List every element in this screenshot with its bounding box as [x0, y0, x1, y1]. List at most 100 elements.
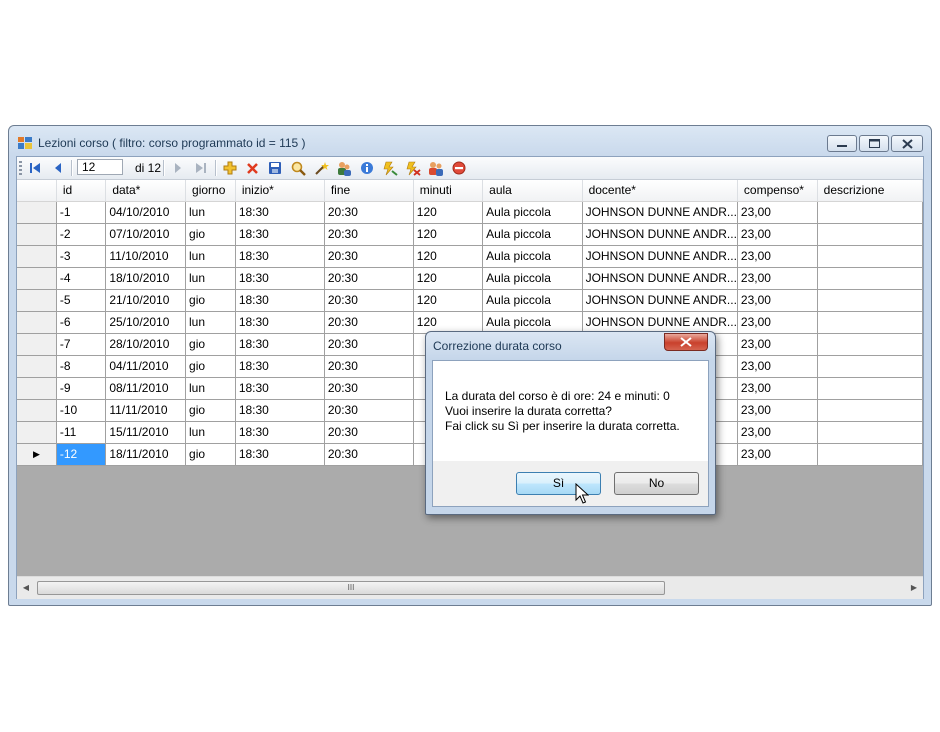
title-bar[interactable]: Lezioni corso ( filtro: corso programmat…: [9, 126, 931, 156]
stop-icon[interactable]: [450, 159, 468, 177]
table-cell[interactable]: lun: [185, 245, 236, 268]
table-cell[interactable]: gio: [185, 333, 236, 356]
close-button[interactable]: [891, 135, 923, 152]
move-first-icon[interactable]: [26, 159, 44, 177]
table-cell[interactable]: JOHNSON DUNNE ANDR...: [582, 223, 738, 246]
table-cell[interactable]: Aula piccola: [482, 289, 583, 312]
table-cell[interactable]: 20:30: [324, 267, 414, 290]
lightning-icon[interactable]: [381, 159, 399, 177]
row-header[interactable]: [17, 399, 57, 422]
table-cell[interactable]: 04/11/2010: [105, 355, 187, 378]
table-cell[interactable]: [817, 377, 923, 400]
table-cell[interactable]: 20:30: [324, 201, 414, 224]
position-input[interactable]: [77, 159, 123, 175]
column-header[interactable]: aula: [482, 180, 583, 202]
table-cell[interactable]: 23,00: [737, 311, 818, 334]
table-cell[interactable]: -2: [56, 223, 107, 246]
table-cell[interactable]: 120: [413, 201, 484, 224]
table-cell[interactable]: [817, 223, 923, 246]
table-cell[interactable]: 20:30: [324, 333, 414, 356]
column-header[interactable]: descrizione: [817, 180, 923, 202]
table-cell[interactable]: -3: [56, 245, 107, 268]
scroll-thumb[interactable]: III: [37, 581, 665, 595]
minimize-button[interactable]: [827, 135, 857, 152]
table-cell[interactable]: lun: [185, 421, 236, 444]
table-cell[interactable]: Aula piccola: [482, 311, 583, 334]
wand-icon[interactable]: [312, 159, 330, 177]
column-header[interactable]: docente*: [582, 180, 738, 202]
scroll-left-icon[interactable]: ◀: [20, 580, 32, 596]
table-cell[interactable]: JOHNSON DUNNE ANDR...: [582, 289, 738, 312]
table-cell[interactable]: gio: [185, 355, 236, 378]
row-header[interactable]: [17, 311, 57, 334]
table-cell[interactable]: 120: [413, 289, 484, 312]
column-header[interactable]: fine: [324, 180, 414, 202]
table-cell[interactable]: 20:30: [324, 377, 414, 400]
row-header[interactable]: [17, 421, 57, 444]
table-cell[interactable]: -9: [56, 377, 107, 400]
table-cell[interactable]: 23,00: [737, 399, 818, 422]
table-cell[interactable]: -8: [56, 355, 107, 378]
table-cell[interactable]: 23,00: [737, 289, 818, 312]
table-cell[interactable]: [817, 245, 923, 268]
table-cell[interactable]: 18/11/2010: [105, 443, 187, 466]
table-cell[interactable]: -7: [56, 333, 107, 356]
table-row[interactable]: -6 25/10/2010 lun 18:30 20:30 120 Aula piccola…: [17, 311, 923, 334]
table-cell[interactable]: -12: [56, 443, 107, 466]
table-cell[interactable]: 11/10/2010: [105, 245, 187, 268]
column-header[interactable]: data*: [105, 180, 187, 202]
table-cell[interactable]: 23,00: [737, 223, 818, 246]
move-last-icon[interactable]: [192, 159, 210, 177]
table-cell[interactable]: Aula piccola: [482, 245, 583, 268]
row-header[interactable]: [17, 355, 57, 378]
table-cell[interactable]: 18:30: [235, 355, 325, 378]
dialog-close-button[interactable]: [664, 333, 708, 351]
table-cell[interactable]: 18:30: [235, 267, 325, 290]
table-cell[interactable]: 120: [413, 245, 484, 268]
table-cell[interactable]: 11/11/2010: [105, 399, 187, 422]
table-cell[interactable]: 18:30: [235, 399, 325, 422]
table-cell[interactable]: 23,00: [737, 333, 818, 356]
column-header[interactable]: compenso*: [737, 180, 818, 202]
table-cell[interactable]: 18:30: [235, 443, 325, 466]
row-header[interactable]: [17, 333, 57, 356]
column-header[interactable]: id: [56, 180, 107, 202]
table-cell[interactable]: lun: [185, 377, 236, 400]
table-cell[interactable]: 18:30: [235, 223, 325, 246]
row-header[interactable]: ▶: [17, 443, 57, 466]
row-header[interactable]: [17, 223, 57, 246]
add-icon[interactable]: [221, 159, 239, 177]
table-cell[interactable]: 23,00: [737, 245, 818, 268]
maximize-button[interactable]: [859, 135, 889, 152]
table-cell[interactable]: -10: [56, 399, 107, 422]
table-cell[interactable]: 18:30: [235, 421, 325, 444]
table-cell[interactable]: JOHNSON DUNNE ANDR...: [582, 311, 738, 334]
table-cell[interactable]: 20:30: [324, 245, 414, 268]
table-cell[interactable]: 15/11/2010: [105, 421, 187, 444]
no-button[interactable]: No: [614, 472, 699, 495]
table-cell[interactable]: 20:30: [324, 399, 414, 422]
table-cell[interactable]: gio: [185, 443, 236, 466]
table-cell[interactable]: JOHNSON DUNNE ANDR...: [582, 245, 738, 268]
row-header[interactable]: [17, 201, 57, 224]
table-cell[interactable]: -11: [56, 421, 107, 444]
table-cell[interactable]: 23,00: [737, 355, 818, 378]
table-cell[interactable]: gio: [185, 399, 236, 422]
table-cell[interactable]: 18:30: [235, 377, 325, 400]
row-header[interactable]: [17, 289, 57, 312]
table-cell[interactable]: -5: [56, 289, 107, 312]
table-row[interactable]: -1 04/10/2010 lun 18:30 20:30 120 Aula piccola…: [17, 201, 923, 224]
row-header[interactable]: [17, 267, 57, 290]
horizontal-scrollbar[interactable]: ◀ III ▶: [17, 576, 923, 599]
scroll-right-icon[interactable]: ▶: [908, 580, 920, 596]
table-cell[interactable]: 23,00: [737, 443, 818, 466]
table-cell[interactable]: -4: [56, 267, 107, 290]
table-cell[interactable]: 23,00: [737, 421, 818, 444]
save-icon[interactable]: [266, 159, 284, 177]
table-cell[interactable]: 18:30: [235, 201, 325, 224]
table-cell[interactable]: 18:30: [235, 245, 325, 268]
table-cell[interactable]: 04/10/2010: [105, 201, 187, 224]
move-next-icon[interactable]: [169, 159, 187, 177]
table-cell[interactable]: [817, 289, 923, 312]
table-cell[interactable]: [817, 333, 923, 356]
